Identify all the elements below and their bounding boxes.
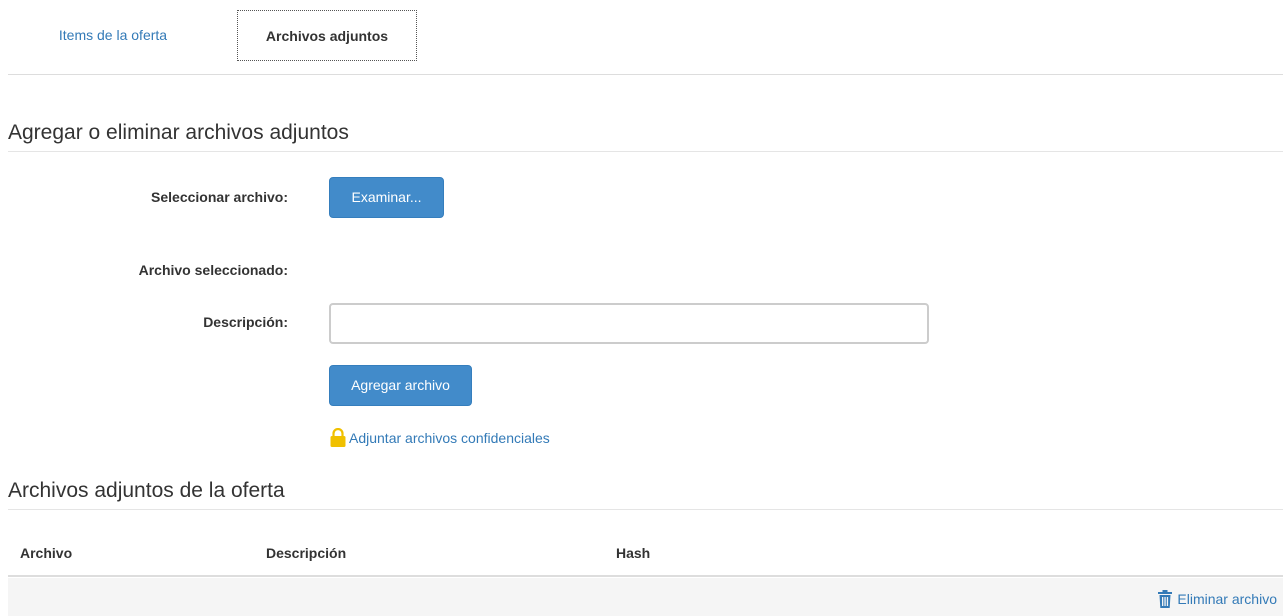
lock-icon [329, 427, 347, 448]
tab-archivos-adjuntos[interactable]: Archivos adjuntos [237, 10, 417, 61]
description-field[interactable] [329, 303, 929, 344]
tab-bar: Items de la oferta Archivos adjuntos [8, 10, 1283, 75]
attachments-table-header: Archivo Descripción Hash [8, 530, 1283, 577]
confidential-files-label: Adjuntar archivos confidenciales [349, 430, 550, 446]
confidential-files-link[interactable]: Adjuntar archivos confidenciales [329, 427, 550, 448]
selected-file-label: Archivo seleccionado: [138, 262, 288, 278]
select-file-label: Seleccionar archivo: [151, 189, 288, 205]
browse-button[interactable]: Examinar... [329, 177, 444, 218]
add-file-button[interactable]: Agregar archivo [329, 365, 472, 406]
trash-icon [1157, 590, 1173, 608]
description-label: Descripción: [203, 314, 288, 330]
tab-items-de-la-oferta[interactable]: Items de la oferta [28, 10, 198, 61]
column-header-descripcion: Descripción [266, 545, 347, 561]
column-header-archivo: Archivo [20, 545, 73, 561]
delete-file-link[interactable]: Eliminar archivo [1157, 590, 1277, 608]
upload-section-title: Agregar o eliminar archivos adjuntos [8, 121, 1283, 152]
table-row: Eliminar archivo [8, 578, 1283, 616]
attachments-section-title: Archivos adjuntos de la oferta [8, 479, 1283, 510]
column-header-hash: Hash [616, 545, 651, 561]
delete-file-label: Eliminar archivo [1177, 591, 1277, 607]
